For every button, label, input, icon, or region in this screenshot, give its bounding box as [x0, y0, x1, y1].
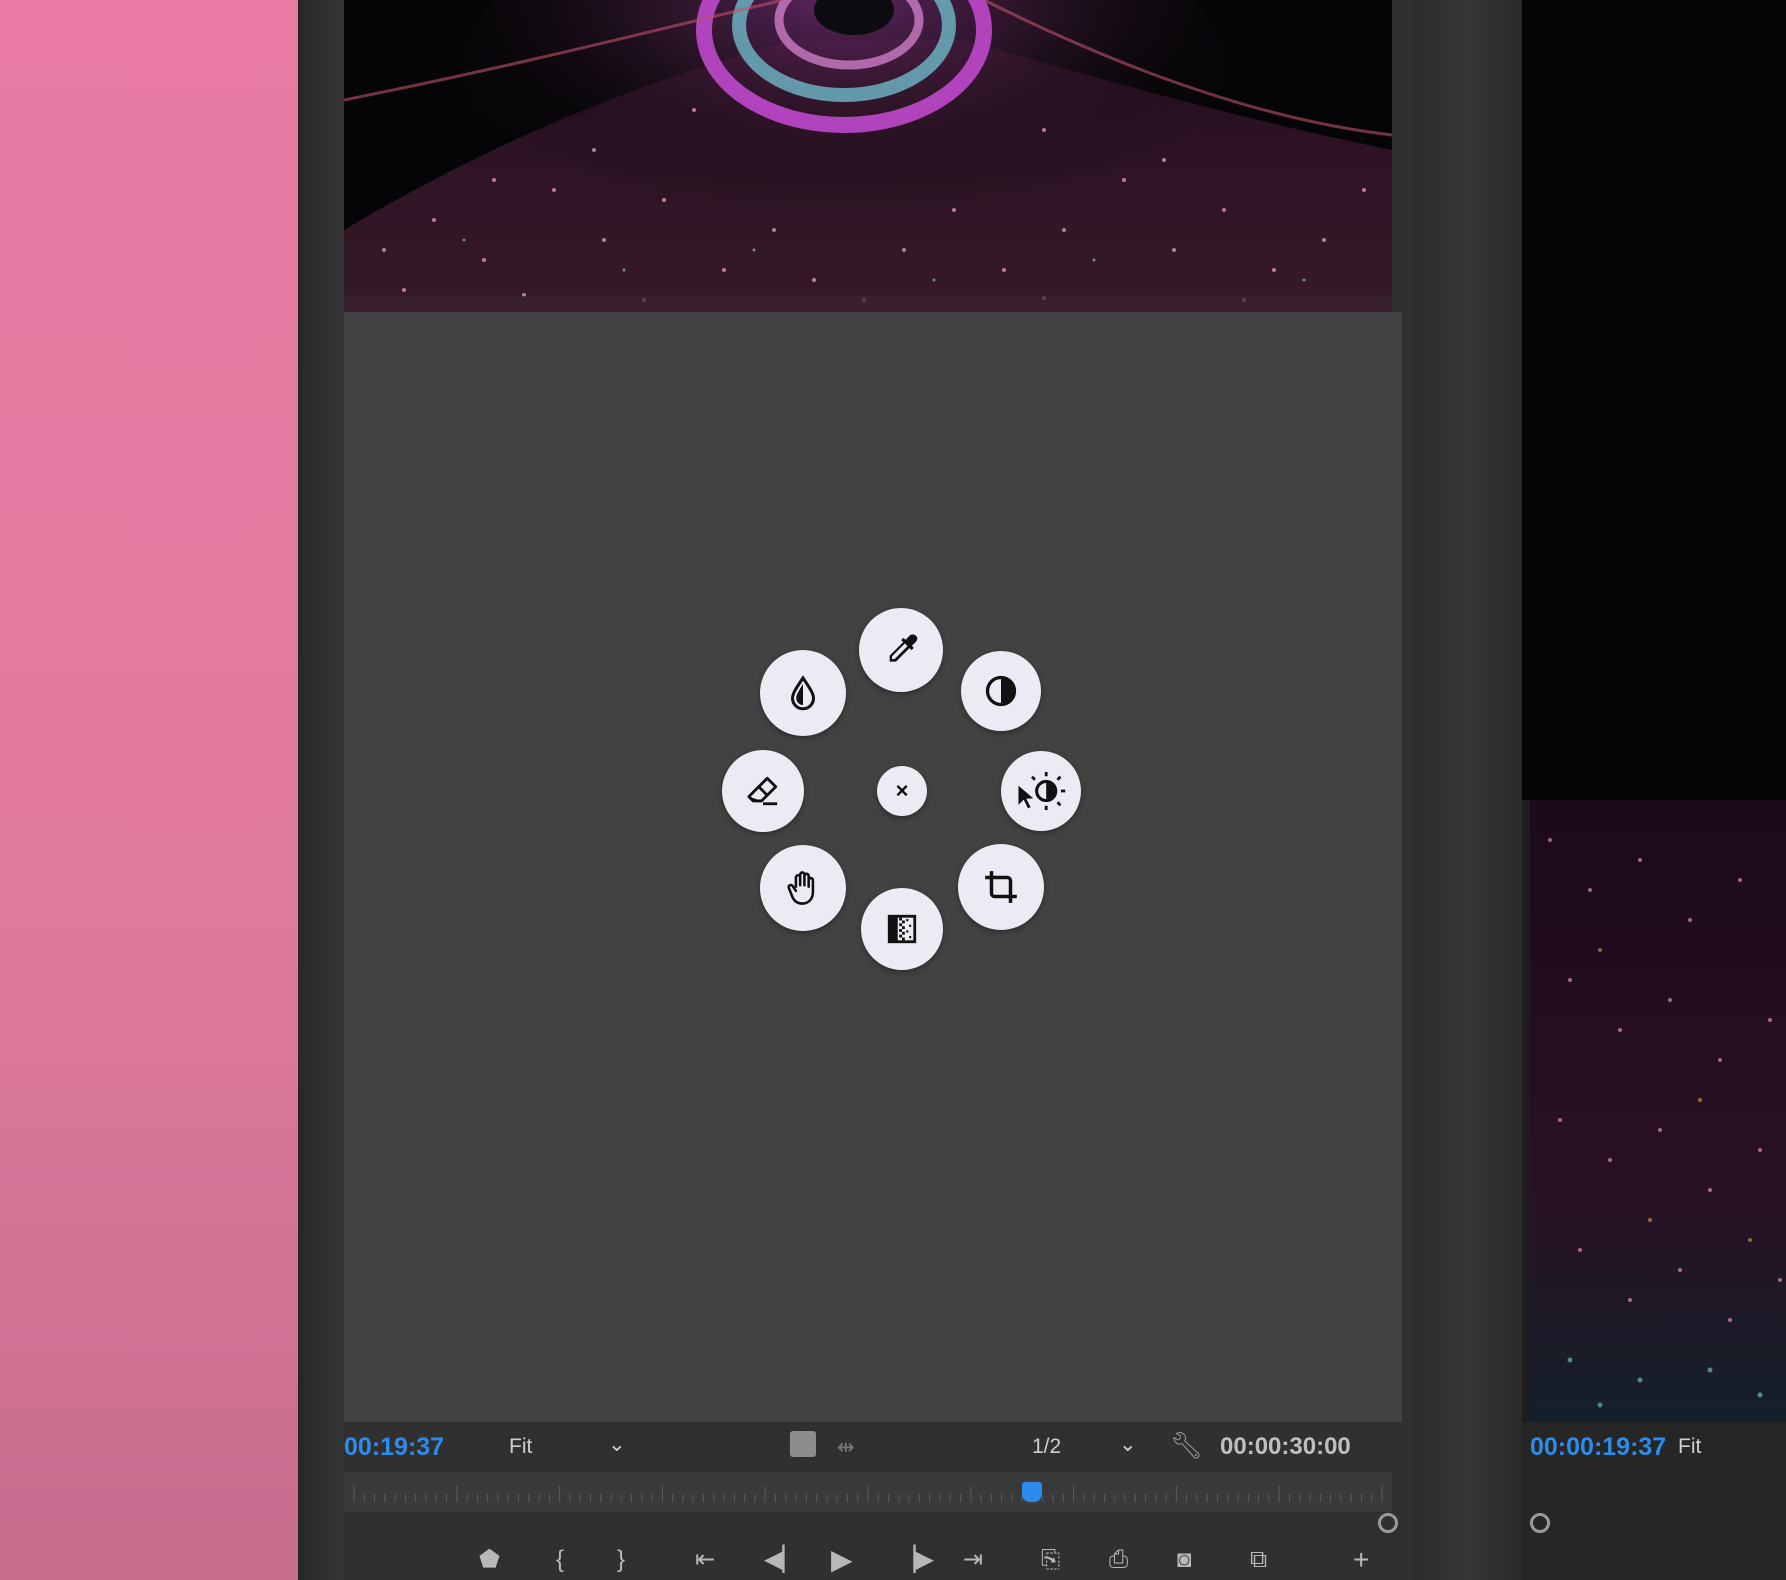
gradient-icon [887, 914, 917, 944]
particle-vortex-image [344, 0, 1392, 312]
time-ruler[interactable] [344, 1472, 1392, 1513]
lift-icon[interactable]: ⎘ [1041, 1548, 1060, 1572]
source-video-black [1522, 0, 1786, 800]
ruler-ticks [353, 1486, 1383, 1502]
duration-timecode: 00:00:30:00 [1220, 1433, 1351, 1460]
wrench-icon[interactable]: 🔧︎ [1170, 1430, 1203, 1461]
playhead-timecode[interactable]: 00:19:37 [344, 1433, 444, 1462]
particle-field-image [1530, 800, 1786, 1422]
close-icon: × [895, 778, 909, 803]
panel-divider[interactable] [1414, 0, 1522, 1580]
contrast-icon [985, 675, 1017, 707]
mark-out-icon[interactable]: } [617, 1548, 625, 1572]
button-editor-icon[interactable]: + [1353, 1546, 1369, 1574]
eraser-icon [747, 776, 778, 806]
program-video-frame [344, 0, 1392, 312]
step-back-icon[interactable]: ◀▏ [764, 1548, 801, 1572]
resolution-select[interactable]: 1/2 [1032, 1435, 1061, 1459]
export-frame-icon[interactable]: ◙ [1177, 1548, 1192, 1572]
color-drop-button[interactable] [760, 650, 846, 736]
go-to-out-icon[interactable]: ⇥ [963, 1548, 983, 1572]
panel-bevel [298, 0, 344, 1580]
resolution-chevron-down-icon[interactable]: ⌄ [1119, 1432, 1137, 1457]
eraser-button[interactable] [722, 750, 804, 832]
source-in-point-handle[interactable] [1530, 1513, 1550, 1533]
source-monitor-controls: 00:00:19:37 Fit [1522, 1422, 1786, 1580]
extract-icon[interactable]: ⎙ [1109, 1548, 1128, 1572]
program-canvas [344, 312, 1402, 1422]
crop-icon [985, 871, 1017, 903]
drop-icon [790, 675, 816, 711]
hand-icon [787, 871, 815, 905]
add-marker-icon[interactable]: ⬟ [479, 1548, 500, 1572]
comparison-view-icon[interactable]: ⧉ [1250, 1548, 1267, 1572]
zoom-select[interactable]: Fit [509, 1435, 532, 1459]
go-to-in-icon[interactable]: ⇤ [695, 1548, 715, 1572]
step-forward-icon[interactable]: ▕▶ [897, 1548, 934, 1572]
mark-in-icon[interactable]: { [556, 1548, 564, 1572]
desktop-background [0, 0, 298, 1580]
brightness-button[interactable] [1001, 751, 1081, 831]
playhead-marker[interactable] [1022, 1482, 1043, 1502]
fit-width-icon[interactable]: ⇹ [837, 1435, 855, 1460]
hand-button[interactable] [760, 845, 846, 931]
program-monitor-controls: 00:19:37 Fit ⌄ ⇹ 1/2 ⌄ 🔧︎ 00:00:30:00 [344, 1422, 1402, 1472]
source-timecode[interactable]: 00:00:19:37 [1530, 1433, 1666, 1462]
brightness-contrast-icon [1018, 771, 1066, 811]
safe-margins-icon[interactable] [790, 1431, 816, 1457]
crop-button[interactable] [958, 844, 1044, 930]
play-icon[interactable]: ▶ [831, 1546, 853, 1574]
source-zoom-select[interactable]: Fit [1678, 1435, 1701, 1459]
close-radial-button[interactable]: × [877, 766, 927, 816]
eyedropper-button[interactable] [859, 608, 943, 692]
eyedropper-icon [889, 634, 918, 662]
contrast-button[interactable] [961, 651, 1041, 731]
transport-controls: ⬟ { } ⇤ ◀▏ ▶ ▕▶ ⇥ ⎘ ⎙ ◙ ⧉ + [344, 1540, 1402, 1580]
in-point-handle[interactable] [1378, 1513, 1398, 1533]
zoom-chevron-down-icon[interactable]: ⌄ [608, 1432, 626, 1457]
source-video-frame [1530, 800, 1786, 1422]
gradient-button[interactable] [861, 888, 943, 970]
